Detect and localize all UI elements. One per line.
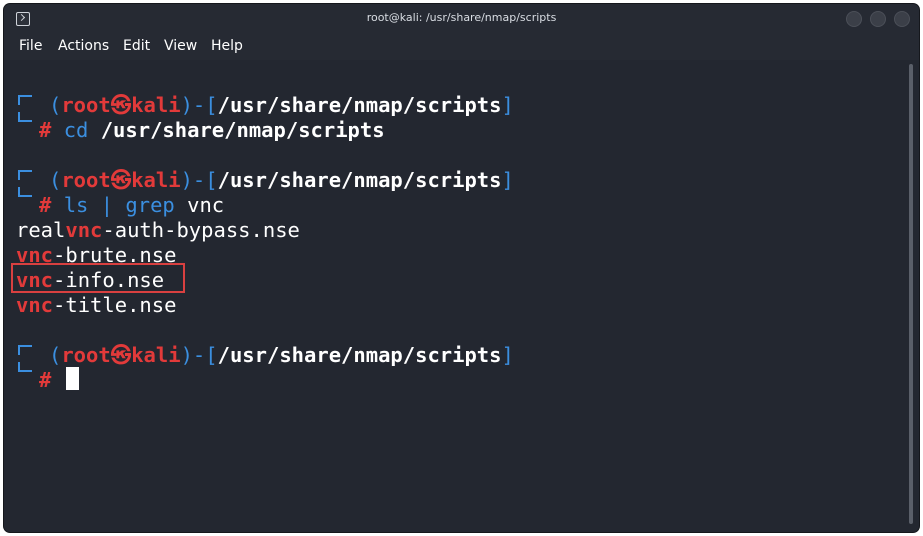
prompt-line: (root㉿kali)-[/usr/share/nmap/scripts] (49, 93, 514, 117)
prompt-corner-bottom (18, 362, 32, 372)
menu-edit[interactable]: Edit (123, 38, 150, 54)
scrollbar[interactable] (909, 64, 913, 524)
highlight-box (11, 263, 185, 293)
maximize-button[interactable] (870, 11, 886, 27)
prompt-corner-top (18, 170, 32, 180)
menu-actions[interactable]: Actions (58, 38, 109, 54)
menu-view[interactable]: View (164, 38, 197, 54)
close-button[interactable] (894, 11, 910, 27)
command-line: # (39, 368, 52, 392)
text-cursor (66, 367, 79, 390)
output-line: vnc-title.nse (16, 293, 177, 317)
minimize-button[interactable] (846, 11, 862, 27)
prompt-corner-bottom (18, 187, 32, 197)
menu-help[interactable]: Help (211, 38, 243, 54)
command-line: # ls | grep vnc (39, 193, 225, 217)
menu-file[interactable]: File (19, 38, 42, 54)
prompt-corner-top (18, 95, 32, 105)
menu-bar: File Actions Edit View Help (4, 34, 919, 60)
title-bar[interactable]: root@kali: /usr/share/nmap/scripts (4, 4, 919, 34)
prompt-corner-bottom (18, 112, 32, 122)
prompt-line: (root㉿kali)-[/usr/share/nmap/scripts] (49, 343, 514, 367)
prompt-corner-top (18, 345, 32, 355)
terminal-output[interactable]: (root㉿kali)-[/usr/share/nmap/scripts] # … (4, 60, 919, 532)
terminal-window: root@kali: /usr/share/nmap/scripts File … (4, 4, 919, 532)
prompt-line: (root㉿kali)-[/usr/share/nmap/scripts] (49, 168, 514, 192)
window-title: root@kali: /usr/share/nmap/scripts (366, 11, 557, 24)
output-line: realvnc-auth-bypass.nse (16, 218, 300, 242)
command-line: # cd /usr/share/nmap/scripts (39, 118, 385, 142)
